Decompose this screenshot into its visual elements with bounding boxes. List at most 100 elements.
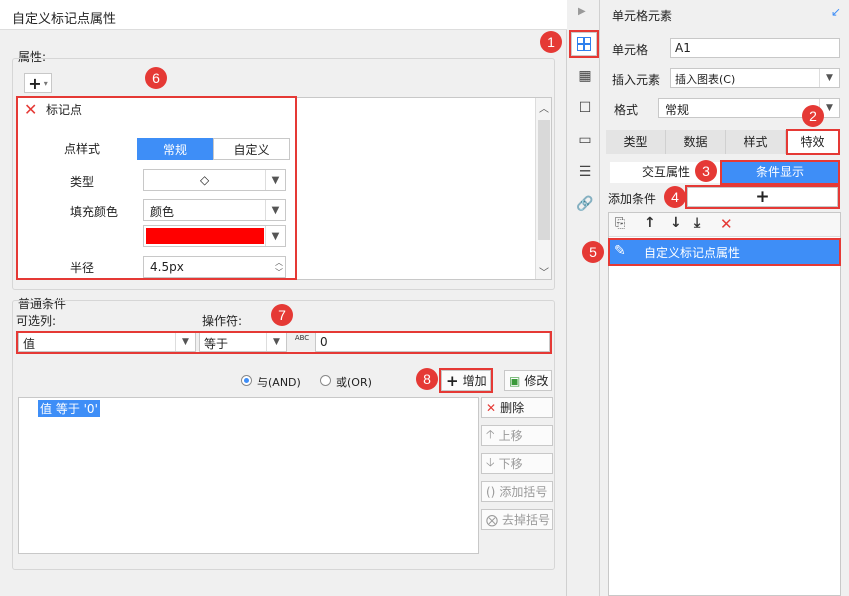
column-select[interactable]: 值 ▼	[18, 332, 196, 352]
close-icon[interactable]: ✕	[720, 215, 733, 233]
edit-icon: ▣	[509, 373, 521, 388]
close-icon: ✕	[486, 400, 497, 415]
type-select[interactable]: ◇ ▼	[143, 169, 286, 191]
marker-scrollbar[interactable]: ︿ ﹀	[535, 98, 551, 279]
column-value: 值	[23, 337, 36, 351]
resize-icon[interactable]: ↙	[831, 5, 841, 19]
chevron-down-icon: ▼	[265, 170, 285, 190]
condition-list-item[interactable]: 值 等于 '0'	[38, 400, 100, 417]
tab-data-label: 数据	[683, 135, 708, 149]
widget-icon[interactable]: ▭	[575, 130, 595, 150]
move-up-label: 上移	[498, 429, 523, 443]
or-label: 或(OR)	[336, 376, 372, 389]
right-condition-item[interactable]: ✎ 自定义标记点属性	[610, 240, 839, 264]
condition-list[interactable]: 值 等于 '0'	[18, 397, 479, 554]
style-custom-label: 自定义	[233, 143, 270, 157]
arrow-down-icon[interactable]: ↓	[670, 215, 682, 231]
move-down-button[interactable]: 🡣 下移	[481, 453, 553, 474]
remove-paren-icon: ⨂	[486, 512, 498, 527]
tab-style[interactable]: 样式	[726, 130, 786, 154]
style-normal-label: 常规	[162, 143, 187, 157]
fill-color-value: 颜色	[150, 205, 175, 219]
modify-label: 修改	[524, 374, 549, 388]
border-icon[interactable]: ☐	[575, 98, 595, 118]
badge-8: 8	[416, 368, 438, 390]
cell-attr-icon[interactable]: ▦	[575, 66, 595, 86]
scroll-thumb[interactable]	[538, 120, 550, 240]
value-type-button[interactable]: ABC	[290, 332, 314, 352]
tab-type[interactable]: 类型	[606, 130, 666, 154]
and-label: 与(AND)	[257, 376, 301, 389]
radio-or[interactable]	[320, 375, 331, 386]
add-paren-button[interactable]: () 添加括号	[481, 481, 553, 502]
add-condition-button[interactable]: + 增加	[441, 370, 491, 391]
fill-color-select[interactable]: 颜色 ▼	[143, 199, 286, 221]
chevron-down-icon: ▼	[265, 200, 285, 220]
add-condition-label: 增加	[462, 374, 487, 388]
delete-label: 删除	[500, 401, 525, 415]
point-style-label: 点样式	[64, 142, 101, 156]
remove-paren-button[interactable]: ⨂ 去掉括号	[481, 509, 553, 530]
delete-button[interactable]: ✕ 删除	[481, 397, 553, 418]
radio-and[interactable]	[241, 375, 252, 386]
cell-label: 单元格	[612, 43, 649, 57]
modify-button[interactable]: ▣ 修改	[504, 370, 552, 391]
move-up-button[interactable]: 🡡 上移	[481, 425, 553, 446]
value-text: 0	[320, 335, 328, 349]
plus-icon: +	[446, 371, 459, 390]
radius-label: 半径	[70, 261, 95, 275]
grid-icon	[577, 37, 591, 51]
form-icon[interactable]: ☰	[575, 162, 595, 182]
color-picker[interactable]: ▼	[143, 225, 286, 247]
remove-paren-label: 去掉括号	[502, 513, 551, 527]
badge-3: 3	[695, 160, 717, 182]
type-label: 类型	[70, 175, 95, 189]
value-input[interactable]: 0	[315, 332, 550, 352]
subtab-condition[interactable]: 条件显示	[722, 162, 838, 183]
radius-spinner[interactable]: 4.5px ︿ ﹀	[143, 256, 286, 278]
add-marker-button[interactable]: + ▾	[24, 73, 52, 93]
spin-down-icon[interactable]: ﹀	[275, 267, 283, 278]
format-value: 常规	[665, 103, 690, 117]
add-condition-row-button[interactable]: +	[687, 187, 838, 207]
diamond-icon: ◇	[200, 173, 210, 187]
radius-value: 4.5px	[150, 260, 184, 274]
tab-effects-label: 特效	[800, 135, 825, 149]
cell-input[interactable]: A1	[670, 38, 840, 58]
operator-label: 操作符:	[202, 314, 243, 328]
badge-5: 5	[582, 241, 604, 263]
fill-color-label: 填充颜色	[70, 205, 119, 219]
paren-icon: ()	[486, 484, 496, 499]
collapse-arrow-icon[interactable]: ▶	[578, 6, 586, 17]
style-custom-button[interactable]: 自定义	[213, 138, 290, 160]
plus-icon: +	[755, 187, 770, 207]
remove-marker-icon[interactable]: ✕	[24, 100, 37, 119]
chevron-down-icon: ▼	[266, 333, 286, 351]
tab-effects[interactable]: 特效	[786, 130, 840, 154]
badge-4: 4	[664, 186, 686, 208]
subtab-interact-label: 交互属性	[641, 165, 690, 179]
cell-element-icon[interactable]	[571, 32, 597, 56]
style-normal-button[interactable]: 常规	[137, 138, 213, 160]
color-swatch	[146, 228, 264, 244]
badge-6: 6	[145, 67, 167, 89]
tab-data[interactable]: 数据	[666, 130, 726, 154]
right-condition-item-label: 自定义标记点属性	[644, 246, 741, 260]
arrow-up-icon[interactable]: ↑	[644, 215, 656, 231]
move-bottom-icon[interactable]: ⤓	[694, 215, 700, 231]
cell-value: A1	[675, 41, 691, 55]
insert-label: 插入元素	[612, 73, 661, 87]
badge-7: 7	[271, 304, 293, 326]
scroll-up-icon[interactable]: ︿	[539, 100, 549, 115]
copy-icon[interactable]: ⎘	[615, 216, 625, 231]
format-label: 格式	[614, 103, 639, 117]
scroll-down-icon[interactable]: ﹀	[539, 264, 549, 279]
right-condition-list	[608, 212, 841, 596]
insert-value: 插入图表(C)	[675, 73, 736, 86]
operator-select[interactable]: 等于 ▼	[199, 332, 287, 352]
link-icon[interactable]: 🔗	[575, 194, 595, 214]
chevron-down-icon: ▾	[43, 78, 48, 88]
add-condition-label: 添加条件	[608, 192, 657, 206]
pencil-icon: ✎	[614, 243, 626, 259]
insert-select[interactable]: 插入图表(C) ▼	[670, 68, 840, 88]
